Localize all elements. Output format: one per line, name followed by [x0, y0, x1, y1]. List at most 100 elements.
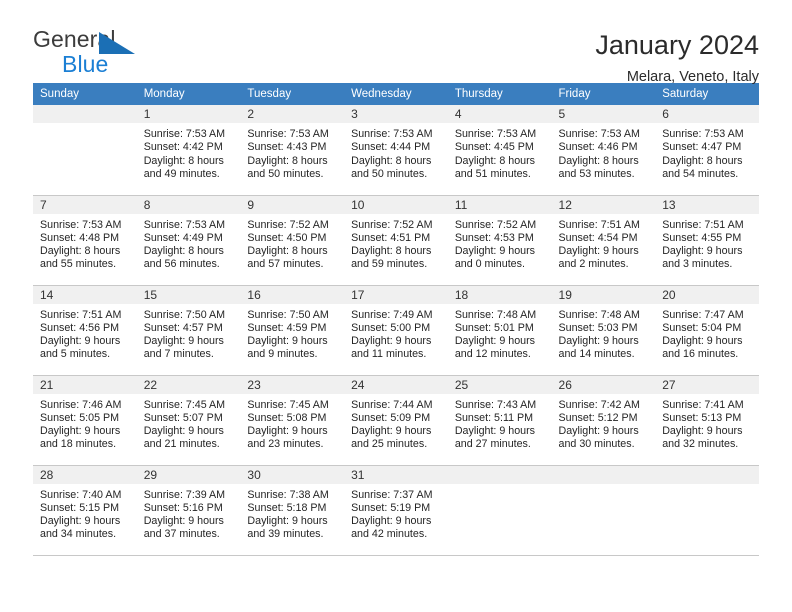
- calendar-day-cell[interactable]: 8 Sunrise: 7:53 AM Sunset: 4:49 PM Daylight…: [136, 195, 241, 286]
- day-number: 27: [655, 375, 759, 394]
- day-info: Sunrise: 7:50 AM Sunset: 4:57 PM Daylight:…: [137, 304, 241, 362]
- day-cell-inner: [33, 105, 137, 194]
- calendar-day-cell[interactable]: 17 Sunrise: 7:49 AM Sunset: 5:00 PM Dayligh…: [344, 285, 448, 376]
- day-number: 24: [344, 375, 448, 394]
- calendar-day-cell[interactable]: 2 Sunrise: 7:53 AM Sunset: 4:43 PM Daylight…: [240, 105, 345, 196]
- sunrise-text: Sunrise: 7:49 AM: [351, 308, 433, 321]
- calendar-day-cell[interactable]: 13 Sunrise: 7:51 AM Sunset: 4:55 PM Dayligh…: [655, 195, 759, 286]
- calendar-table: Sunday Monday Tuesday Wednesday Thursday…: [33, 83, 759, 556]
- daylight-text-line1: Daylight: 9 hours: [351, 515, 432, 528]
- day-number: 2: [240, 105, 345, 123]
- daylight-text-line1: Daylight: 9 hours: [351, 425, 432, 438]
- daylight-text-line1: Daylight: 8 hours: [454, 154, 536, 167]
- day-cell-inner: 19 Sunrise: 7:48 AM Sunset: 5:03 PM Dayligh…: [551, 285, 656, 375]
- day-info: Sunrise: 7:53 AM Sunset: 4:46 PM Daylight:…: [552, 123, 656, 181]
- sunset-text: Sunset: 4:49 PM: [143, 231, 223, 244]
- calendar-day-cell[interactable]: 28 Sunrise: 7:40 AM Sunset: 5:15 PM Dayligh…: [33, 465, 137, 556]
- day-info: Sunrise: 7:53 AM Sunset: 4:45 PM Daylight:…: [448, 123, 552, 181]
- day-number: 1: [136, 105, 241, 123]
- calendar-day-cell[interactable]: 11 Sunrise: 7:52 AM Sunset: 4:53 PM Dayligh…: [447, 195, 552, 286]
- general-blue-logo[interactable]: General Blue: [33, 28, 153, 80]
- calendar-day-cell[interactable]: 25 Sunrise: 7:43 AM Sunset: 5:11 PM Dayligh…: [447, 375, 552, 466]
- calendar-day-cell[interactable]: 16 Sunrise: 7:50 AM Sunset: 4:59 PM Dayligh…: [240, 285, 345, 376]
- daylight-text-line2: and 9 minutes.: [247, 348, 318, 361]
- sunrise-text: Sunrise: 7:51 AM: [40, 308, 122, 321]
- sunset-text: Sunset: 5:19 PM: [351, 501, 431, 514]
- daylight-text-line2: and 54 minutes.: [662, 167, 739, 180]
- calendar-day-cell[interactable]: 7 Sunrise: 7:53 AM Sunset: 4:48 PM Daylight…: [33, 195, 137, 286]
- page-header: General Blue January 2024 Melara, Veneto…: [33, 0, 759, 86]
- sunset-text: Sunset: 4:59 PM: [247, 321, 327, 334]
- calendar-day-cell[interactable]: 14 Sunrise: 7:51 AM Sunset: 4:56 PM Dayligh…: [33, 285, 137, 376]
- day-number: 10: [344, 195, 448, 214]
- calendar-day-cell: [655, 465, 759, 556]
- day-cell-inner: 23 Sunrise: 7:45 AM Sunset: 5:08 PM Dayligh…: [240, 375, 345, 465]
- sunrise-text: Sunrise: 7:45 AM: [247, 398, 329, 411]
- calendar-day-cell[interactable]: 10 Sunrise: 7:52 AM Sunset: 4:51 PM Dayligh…: [344, 195, 448, 286]
- sunrise-text: Sunrise: 7:46 AM: [40, 398, 122, 411]
- calendar-day-cell[interactable]: 20 Sunrise: 7:47 AM Sunset: 5:04 PM Dayligh…: [655, 285, 759, 376]
- calendar-day-cell[interactable]: 6 Sunrise: 7:53 AM Sunset: 4:47 PM Daylight…: [655, 105, 759, 196]
- calendar-day-cell[interactable]: 5 Sunrise: 7:53 AM Sunset: 4:46 PM Daylight…: [551, 105, 656, 196]
- sunset-text: Sunset: 4:55 PM: [662, 231, 742, 244]
- calendar-day-cell[interactable]: 26 Sunrise: 7:42 AM Sunset: 5:12 PM Dayligh…: [551, 375, 656, 466]
- daylight-text-line1: Daylight: 8 hours: [247, 245, 328, 258]
- calendar-day-cell: [447, 465, 552, 556]
- daylight-text-line2: and 55 minutes.: [40, 258, 117, 271]
- calendar-day-cell[interactable]: 9 Sunrise: 7:52 AM Sunset: 4:50 PM Daylight…: [240, 195, 345, 286]
- daylight-text-line2: and 25 minutes.: [351, 438, 428, 451]
- calendar-day-cell[interactable]: 30 Sunrise: 7:38 AM Sunset: 5:18 PM Dayligh…: [240, 465, 345, 556]
- calendar-day-cell[interactable]: 29 Sunrise: 7:39 AM Sunset: 5:16 PM Dayligh…: [136, 465, 241, 556]
- day-cell-inner: 26 Sunrise: 7:42 AM Sunset: 5:12 PM Dayligh…: [551, 375, 656, 465]
- day-cell-inner: 30 Sunrise: 7:38 AM Sunset: 5:18 PM Dayligh…: [240, 465, 345, 555]
- calendar-week-row: 7 Sunrise: 7:53 AM Sunset: 4:48 PM Daylight…: [33, 195, 759, 286]
- daylight-text-line2: and 16 minutes.: [662, 348, 739, 361]
- calendar-day-cell[interactable]: 12 Sunrise: 7:51 AM Sunset: 4:54 PM Dayligh…: [551, 195, 656, 286]
- calendar-day-cell[interactable]: 22 Sunrise: 7:45 AM Sunset: 5:07 PM Dayligh…: [136, 375, 241, 466]
- daylight-text-line2: and 27 minutes.: [454, 438, 531, 451]
- daylight-text-line1: Daylight: 9 hours: [558, 245, 639, 258]
- day-number: 13: [655, 195, 759, 214]
- daylight-text-line2: and 21 minutes.: [143, 438, 220, 451]
- daylight-text-line2: and 14 minutes.: [558, 348, 635, 361]
- calendar-day-cell[interactable]: 15 Sunrise: 7:50 AM Sunset: 4:57 PM Dayligh…: [136, 285, 241, 376]
- daylight-text-line2: and 2 minutes.: [558, 258, 629, 271]
- calendar-day-cell[interactable]: 18 Sunrise: 7:48 AM Sunset: 5:01 PM Dayligh…: [447, 285, 552, 376]
- calendar-day-cell[interactable]: 19 Sunrise: 7:48 AM Sunset: 5:03 PM Dayligh…: [551, 285, 656, 376]
- daylight-text-line2: and 0 minutes.: [454, 258, 525, 271]
- day-info: Sunrise: 7:51 AM Sunset: 4:56 PM Daylight:…: [33, 304, 137, 362]
- calendar-day-cell[interactable]: 3 Sunrise: 7:53 AM Sunset: 4:44 PM Daylight…: [344, 105, 448, 196]
- daylight-text-line2: and 50 minutes.: [247, 167, 324, 180]
- day-number: [655, 465, 759, 484]
- calendar-day-cell[interactable]: 1 Sunrise: 7:53 AM Sunset: 4:42 PM Daylight…: [136, 105, 241, 196]
- calendar-day-cell[interactable]: 27 Sunrise: 7:41 AM Sunset: 5:13 PM Dayligh…: [655, 375, 759, 466]
- calendar-day-cell[interactable]: 4 Sunrise: 7:53 AM Sunset: 4:45 PM Daylight…: [447, 105, 552, 196]
- weekday-header-monday: Monday: [136, 83, 241, 105]
- daylight-text-line1: Daylight: 9 hours: [40, 515, 121, 528]
- daylight-text-line2: and 12 minutes.: [454, 348, 531, 361]
- daylight-text-line1: Daylight: 9 hours: [143, 515, 224, 528]
- daylight-text-line1: Daylight: 9 hours: [143, 425, 224, 438]
- day-number: 9: [240, 195, 345, 214]
- daylight-text-line2: and 32 minutes.: [662, 438, 739, 451]
- sunrise-text: Sunrise: 7:53 AM: [143, 128, 226, 140]
- day-number: 21: [33, 375, 137, 394]
- day-number: 14: [33, 285, 137, 304]
- calendar-day-cell[interactable]: 23 Sunrise: 7:45 AM Sunset: 5:08 PM Dayligh…: [240, 375, 345, 466]
- daylight-text-line2: and 57 minutes.: [247, 258, 324, 271]
- day-cell-inner: 13 Sunrise: 7:51 AM Sunset: 4:55 PM Dayligh…: [655, 195, 759, 285]
- calendar-day-cell: [551, 465, 656, 556]
- day-number: 17: [344, 285, 448, 304]
- calendar-day-cell[interactable]: 21 Sunrise: 7:46 AM Sunset: 5:05 PM Dayligh…: [33, 375, 137, 466]
- daylight-text-line1: Daylight: 9 hours: [454, 245, 536, 258]
- sunset-text: Sunset: 4:51 PM: [351, 231, 431, 244]
- calendar-day-cell[interactable]: 24 Sunrise: 7:44 AM Sunset: 5:09 PM Dayligh…: [344, 375, 448, 466]
- day-number: 26: [551, 375, 656, 394]
- daylight-text-line1: Daylight: 9 hours: [662, 425, 743, 438]
- calendar-day-cell[interactable]: 31 Sunrise: 7:37 AM Sunset: 5:19 PM Dayligh…: [344, 465, 448, 556]
- day-number: 30: [240, 465, 345, 484]
- daylight-text-line1: Daylight: 9 hours: [247, 425, 328, 438]
- day-cell-inner: 17 Sunrise: 7:49 AM Sunset: 5:00 PM Dayligh…: [344, 285, 448, 375]
- day-cell-inner: 14 Sunrise: 7:51 AM Sunset: 4:56 PM Dayligh…: [33, 285, 137, 375]
- daylight-text-line2: and 7 minutes.: [143, 348, 214, 361]
